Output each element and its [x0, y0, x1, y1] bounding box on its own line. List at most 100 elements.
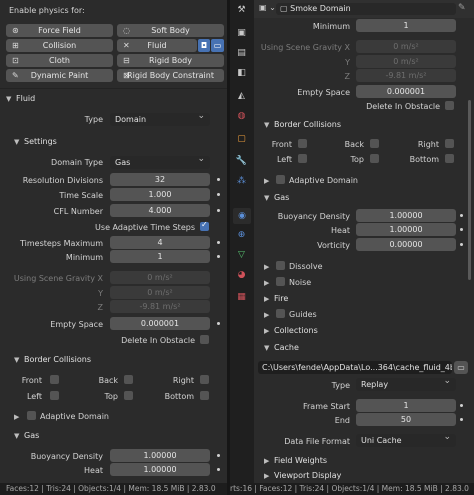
frame-end-field[interactable]: 50 [356, 413, 456, 426]
tool-tab-icon[interactable]: ⚒ [235, 4, 248, 17]
keyframe-dot-icon[interactable] [217, 209, 220, 212]
adaptive-domain-section-header[interactable]: ▶ [264, 176, 274, 185]
expand-arrow-icon: ▶ [14, 413, 20, 421]
keyframe-dot-icon[interactable] [460, 214, 463, 217]
vorticity-field[interactable]: 0.00000 [356, 238, 456, 251]
particles-tab-icon[interactable]: ⁂ [235, 175, 248, 188]
empty-space-field[interactable]: 0.000001 [110, 317, 210, 330]
border-left-checkbox[interactable] [50, 391, 59, 400]
dissolve-checkbox[interactable] [276, 261, 285, 270]
fluid-type-dropdown[interactable]: Domain [110, 110, 210, 126]
keyframe-dot-icon[interactable] [460, 228, 463, 231]
settings-section-header[interactable]: ▼ Settings [14, 137, 57, 146]
keyframe-dot-icon[interactable] [460, 418, 463, 421]
domain-type-dropdown[interactable]: Gas [110, 153, 210, 169]
dissolve-section-header[interactable]: ▶ [264, 262, 274, 271]
fire-section-header[interactable]: ▶ Fire [264, 294, 288, 303]
fluid-section-header[interactable]: ▼ Fluid [6, 94, 35, 103]
material-tab-icon[interactable]: ◕ [235, 269, 248, 282]
border-top-checkbox[interactable] [370, 154, 379, 163]
border-front-checkbox[interactable] [50, 375, 59, 384]
border-top-checkbox[interactable] [124, 391, 133, 400]
guides-section-header[interactable]: ▶ [264, 310, 274, 319]
empty-space-field[interactable]: 0.000001 [356, 85, 456, 98]
dynamic-paint-button[interactable]: ✎ Dynamic Paint [6, 69, 113, 82]
border-bottom-checkbox[interactable] [445, 154, 454, 163]
pin-icon[interactable]: ✎ [458, 3, 466, 13]
view-layer-tab-icon[interactable]: ◧ [235, 67, 248, 80]
cache-directory-field[interactable]: C:\Users\fende\AppData\Lo...364\cache_fl… [258, 361, 452, 374]
texture-tab-icon[interactable]: ▦ [235, 291, 248, 304]
keyframe-dot-icon[interactable] [217, 178, 220, 181]
noise-checkbox[interactable] [276, 277, 285, 286]
border-right-checkbox[interactable] [445, 139, 454, 148]
fluid-close-icon[interactable]: ✕ [123, 39, 130, 52]
border-right-checkbox[interactable] [200, 375, 209, 384]
data-file-format-dropdown[interactable]: Uni Cache [356, 431, 456, 447]
physics-tab-icon[interactable]: ◉ [233, 208, 251, 224]
object-tab-icon[interactable]: ▢ [235, 133, 248, 146]
scene-tab-icon[interactable]: ◭ [235, 90, 248, 103]
gas-section-header[interactable]: ▼ Gas [264, 193, 289, 202]
adaptive-domain-section-header[interactable]: ▶ [14, 412, 24, 421]
delete-in-obstacle-checkbox[interactable] [445, 101, 454, 110]
keyframe-dot-icon[interactable] [217, 255, 220, 258]
keyframe-dot-icon[interactable] [217, 193, 220, 196]
adaptive-domain-checkbox[interactable] [27, 411, 36, 420]
keyframe-dot-icon[interactable] [217, 468, 220, 471]
buoyancy-density-field[interactable]: 1.00000 [110, 449, 210, 462]
guides-checkbox[interactable] [276, 309, 285, 318]
timesteps-maximum-field[interactable]: 4 [110, 236, 210, 249]
viewport-display-section-header[interactable]: ▶ Viewport Display [264, 471, 341, 480]
keyframe-dot-icon[interactable] [217, 322, 220, 325]
cloth-button[interactable]: ⊡ Cloth [6, 54, 113, 67]
cache-type-label: Type [331, 381, 350, 390]
field-weights-section-header[interactable]: ▶ Field Weights [264, 456, 327, 465]
force-field-button[interactable]: ⊛ Force Field [6, 24, 113, 37]
timesteps-minimum-field[interactable]: 1 [110, 250, 210, 263]
modifier-tab-icon[interactable]: 🔧 [235, 155, 248, 168]
heat-field[interactable]: 1.00000 [356, 223, 456, 236]
border-back-checkbox[interactable] [124, 375, 133, 384]
data-tab-icon[interactable]: ▽ [235, 249, 248, 262]
cache-section-header[interactable]: ▼ Cache [264, 343, 299, 352]
constraints-tab-icon[interactable]: ⊕ [235, 229, 248, 242]
border-bottom-checkbox[interactable] [200, 391, 209, 400]
heat-field[interactable]: 1.00000 [110, 463, 210, 476]
collections-section-header[interactable]: ▶ Collections [264, 326, 318, 335]
keyframe-dot-icon[interactable] [460, 243, 463, 246]
resolution-divisions-field[interactable]: 32 [110, 173, 210, 186]
border-left-checkbox[interactable] [298, 154, 307, 163]
world-tab-icon[interactable]: ◍ [235, 110, 248, 123]
object-name-field[interactable]: ▢ Smoke Domain [276, 3, 456, 15]
border-collisions-section-header[interactable]: ▼ Border Collisions [14, 355, 91, 364]
adaptive-domain-checkbox[interactable] [276, 175, 285, 184]
border-collisions-section-header[interactable]: ▼ Border Collisions [264, 120, 341, 129]
cfl-number-field[interactable]: 4.000 [110, 204, 210, 217]
fluid-button[interactable]: ✕ Fluid [117, 39, 197, 52]
border-front-checkbox[interactable] [298, 139, 307, 148]
keyframe-dot-icon[interactable] [460, 404, 463, 407]
collision-button[interactable]: ⊞ Collision [6, 39, 113, 52]
cache-type-dropdown[interactable]: Replay [356, 375, 456, 391]
rigid-body-constraint-button[interactable]: ⊠ Rigid Body Constraint [117, 69, 224, 82]
output-tab-icon[interactable]: ▤ [235, 47, 248, 60]
keyframe-dot-icon[interactable] [217, 241, 220, 244]
time-scale-field[interactable]: 1.000 [110, 188, 210, 201]
fluid-camera-toggle[interactable]: ◘ [198, 39, 210, 52]
frame-start-field[interactable]: 1 [356, 399, 456, 412]
soft-body-button[interactable]: ◌ Soft Body [117, 24, 224, 37]
folder-icon[interactable]: ▭ [454, 361, 468, 374]
timesteps-minimum-field[interactable]: 1 [356, 19, 456, 32]
fluid-viewport-toggle[interactable]: ▭ [211, 39, 224, 52]
adaptive-time-steps-checkbox[interactable] [200, 220, 209, 231]
keyframe-dot-icon[interactable] [217, 454, 220, 457]
render-tab-icon[interactable]: ▣ [235, 27, 248, 40]
noise-section-header[interactable]: ▶ [264, 278, 274, 287]
scrollbar[interactable] [468, 100, 471, 280]
rigid-body-button[interactable]: ⊟ Rigid Body [117, 54, 224, 67]
gas-section-header[interactable]: ▼ Gas [14, 431, 39, 440]
delete-in-obstacle-checkbox[interactable] [200, 335, 209, 344]
buoyancy-density-field[interactable]: 1.00000 [356, 209, 456, 222]
border-back-checkbox[interactable] [370, 139, 379, 148]
